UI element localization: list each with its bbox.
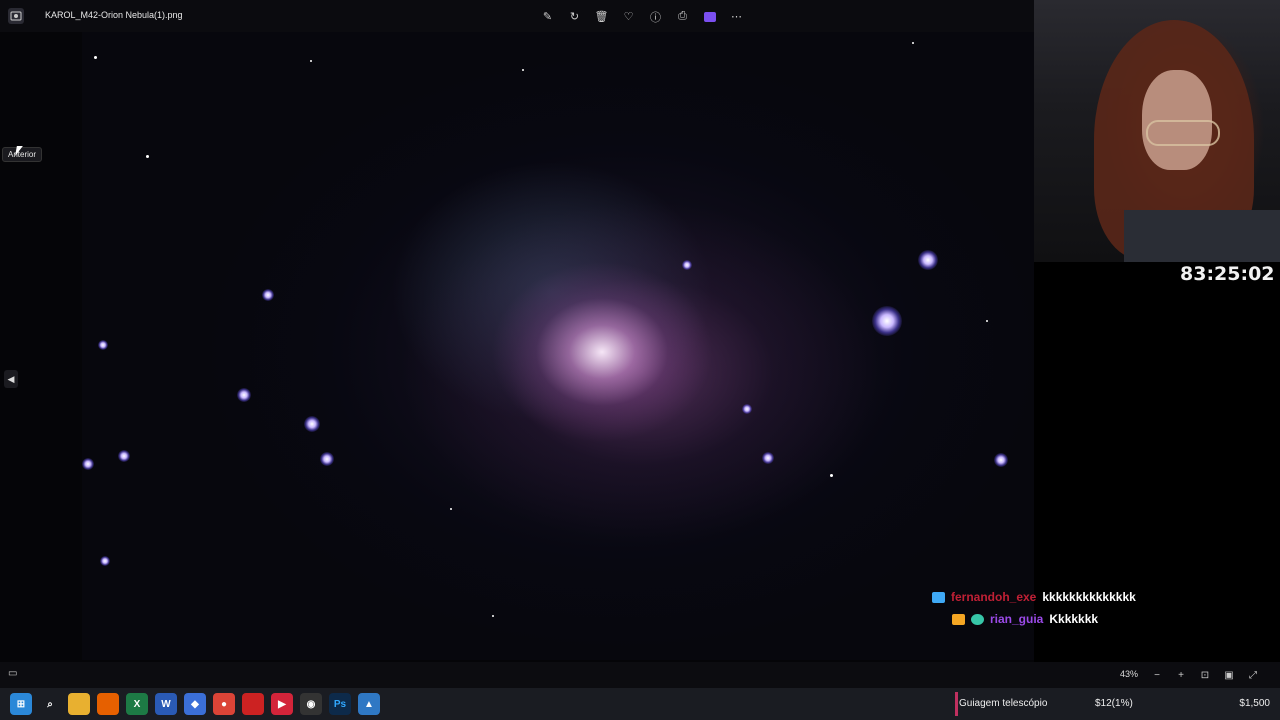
star: [100, 556, 110, 566]
zoom-controls: − + ⊡ ▣ ⤢: [1148, 666, 1262, 684]
zoom-in-icon[interactable]: +: [1172, 666, 1190, 684]
subscriber-badge-icon: [932, 591, 945, 603]
photoshop-icon[interactable]: Ps: [329, 693, 351, 715]
actual-size-icon[interactable]: ▣: [1220, 666, 1238, 684]
search-icon[interactable]: ⌕: [39, 693, 61, 715]
star: [912, 42, 914, 44]
word-icon[interactable]: W: [155, 693, 177, 715]
zoom-level: 43%: [1120, 669, 1139, 679]
zoom-out-icon[interactable]: −: [1148, 666, 1166, 684]
taskbar-icons: ⊞ ⌕ X W ◆ ● ▶ ◉ Ps ▲: [10, 693, 380, 715]
chat-message: rian_guia Kkkkkkk: [932, 608, 1136, 630]
voicemeeter-icon[interactable]: [242, 693, 264, 715]
star: [522, 69, 524, 71]
star: [98, 340, 108, 350]
goal-label: Guiagem telescópio: [959, 698, 1048, 709]
chat-message: fernandoh_exe kkkkkkkkkkkkkk: [932, 586, 1136, 608]
star: [762, 452, 774, 464]
donation-goal: Guiagem telescópio $12(1%) $1,500: [955, 688, 1280, 720]
star: [146, 155, 149, 158]
previous-button[interactable]: ◀: [4, 370, 18, 388]
rotate-icon[interactable]: ↻: [565, 7, 584, 26]
star: [262, 289, 274, 301]
webcam-shirt: [1124, 210, 1280, 262]
goal-accent-bar: [955, 692, 958, 716]
stream-timer: 83:25:02: [1180, 263, 1275, 285]
edit-icon[interactable]: ✎: [538, 7, 557, 26]
excel-icon[interactable]: X: [126, 693, 148, 715]
filmstrip-icon[interactable]: ▭: [8, 668, 17, 679]
media-player-icon[interactable]: ▶: [271, 693, 293, 715]
chat-username: rian_guia: [990, 612, 1044, 626]
goal-raised: $12(1%): [1095, 698, 1133, 709]
more-icon[interactable]: ⋯: [727, 7, 746, 26]
obs-icon[interactable]: ◉: [300, 693, 322, 715]
chat-overlay: fernandoh_exe kkkkkkkkkkkkkk rian_guia K…: [932, 586, 1136, 630]
fit-window-icon[interactable]: ⊡: [1196, 666, 1214, 684]
star: [918, 250, 938, 270]
goal-target: $1,500: [1239, 698, 1270, 709]
status-bar: ▭ 43% − + ⊡ ▣ ⤢: [0, 662, 1280, 688]
star: [237, 388, 251, 402]
window-title: KAROL_M42-Orion Nebula(1).png: [45, 10, 183, 20]
star: [82, 458, 94, 470]
start-icon[interactable]: ⊞: [10, 693, 32, 715]
sourcetree-icon[interactable]: ◆: [184, 693, 206, 715]
photos-app-icon[interactable]: [8, 8, 24, 24]
star: [830, 474, 833, 477]
star: [872, 306, 902, 336]
delete-icon[interactable]: 🗑: [592, 7, 611, 26]
star: [304, 416, 320, 432]
firefox-icon[interactable]: [97, 693, 119, 715]
orion-nebula-image: [82, 32, 1197, 660]
star: [94, 56, 97, 59]
star: [310, 60, 312, 62]
star: [450, 508, 452, 510]
chat-username: fernandoh_exe: [951, 590, 1037, 604]
taskbar: ⊞ ⌕ X W ◆ ● ▶ ◉ Ps ▲ Guiagem telescópio …: [0, 688, 1280, 720]
info-icon[interactable]: ⓘ: [646, 7, 665, 26]
webcam-overlay: [1034, 0, 1280, 262]
editor-app-icon[interactable]: [700, 7, 719, 26]
star: [986, 320, 988, 322]
star: [118, 450, 130, 462]
chat-text: kkkkkkkkkkkkkk: [1042, 590, 1136, 604]
chat-text: Kkkkkkk: [1049, 612, 1099, 626]
favorite-icon[interactable]: ♡: [619, 7, 638, 26]
image-viewer: Anterior ◀: [0, 32, 1197, 662]
photos-taskbar-icon[interactable]: ▲: [358, 693, 380, 715]
reindeer-badge-icon: [952, 613, 965, 625]
star: [492, 615, 494, 617]
toolbar: ✎ ↻ 🗑 ♡ ⓘ ⎙ ⋯: [538, 7, 746, 26]
emote-badge-icon: [971, 613, 984, 625]
star: [320, 452, 334, 466]
star: [682, 260, 692, 270]
fullscreen-icon[interactable]: ⤢: [1244, 666, 1262, 684]
file-explorer-icon[interactable]: [68, 693, 90, 715]
star: [742, 404, 752, 414]
title-bar: KAROL_M42-Orion Nebula(1).png ✎ ↻ 🗑 ♡ ⓘ …: [0, 0, 1034, 32]
star: [994, 453, 1008, 467]
chrome-icon[interactable]: ●: [213, 693, 235, 715]
webcam-glasses: [1146, 120, 1220, 146]
print-icon[interactable]: ⎙: [673, 7, 692, 26]
